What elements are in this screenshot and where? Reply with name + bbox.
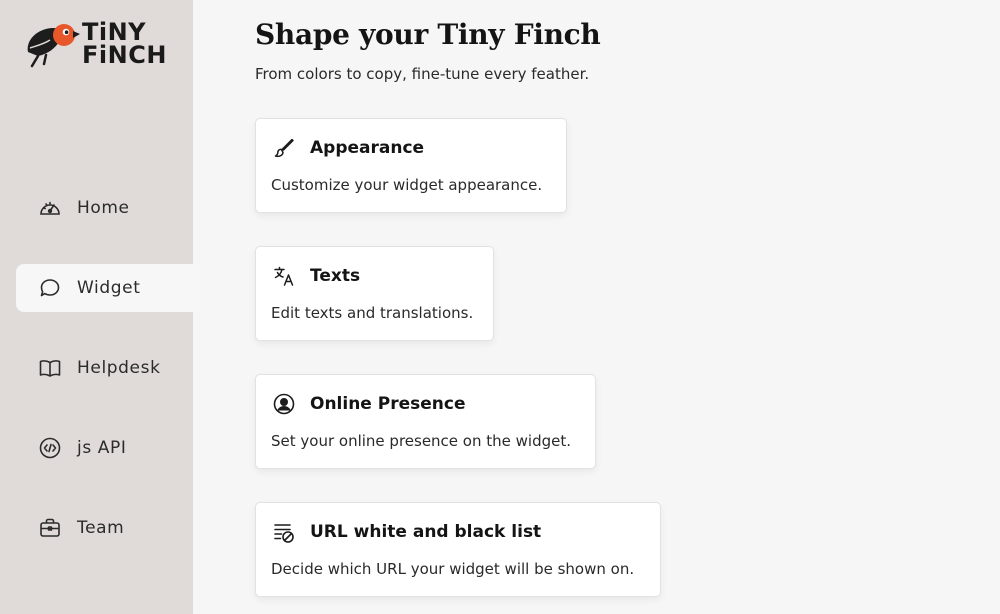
finch-logo-icon [27,24,80,68]
code-icon [38,436,62,460]
sidebar-item-label: Home [77,198,130,218]
card-title: Texts [310,266,361,286]
sidebar-item-widget[interactable]: Widget [16,264,193,312]
card-description: Set your online presence on the widget. [271,432,571,450]
translate-icon [271,263,297,289]
brand-wordmark: TiNY FiNCH [82,20,167,69]
sidebar-item-label: Widget [77,278,141,298]
card-title: URL white and black list [310,522,542,542]
page-title: Shape your Tiny Finch [255,18,601,51]
sidebar-item-helpdesk[interactable]: Helpdesk [16,344,193,392]
brand-logo[interactable]: TiNY FiNCH [24,18,167,68]
sidebar-item-team[interactable]: Team [16,504,193,552]
card-description: Edit texts and translations. [271,304,474,322]
card-appearance[interactable]: Appearance Customize your widget appeara… [255,118,567,213]
brush-icon [271,135,297,161]
sidebar-item-label: Helpdesk [77,358,161,378]
book-icon [38,356,62,380]
user-circle-icon [271,391,297,417]
chat-bubble-icon [38,276,62,300]
card-texts[interactable]: Texts Edit texts and translations. [255,246,494,341]
sidebar-item-label: js API [77,438,127,458]
card-online-presence[interactable]: Online Presence Set your online presence… [255,374,596,469]
page-subtitle: From colors to copy, fine-tune every fea… [255,65,590,83]
sidebar-item-home[interactable]: Home [16,184,193,232]
card-description: Decide which URL your widget will be sho… [271,560,635,578]
briefcase-icon [38,516,62,540]
brand-line-2: FiNCH [82,41,167,69]
card-title: Appearance [310,138,425,158]
list-block-icon [271,519,297,545]
sidebar-item-js-api[interactable]: js API [16,424,193,472]
card-url-list[interactable]: URL white and black list Decide which UR… [255,502,661,597]
gauge-icon [38,196,62,220]
card-description: Customize your widget appearance. [271,176,543,194]
sidebar: TiNY FiNCH Home Widget Helpdesk js API T… [0,0,193,614]
card-title: Online Presence [310,394,466,414]
sidebar-item-label: Team [77,518,125,538]
